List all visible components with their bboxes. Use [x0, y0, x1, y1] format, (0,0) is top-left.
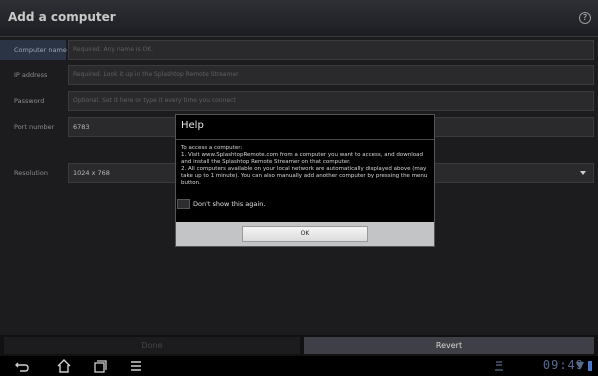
wifi-icon [576, 362, 584, 370]
ip-address-label: IP address [14, 71, 48, 79]
help-dialog: Help To access a computer: 1. Visit www.… [175, 114, 435, 247]
dialog-line-3: 2. All computers available on your local… [181, 166, 428, 186]
dialog-footer: OK [176, 222, 434, 246]
dont-show-checkbox[interactable] [177, 199, 190, 209]
ok-button[interactable]: OK [242, 226, 368, 242]
dialog-divider [176, 139, 434, 140]
resolution-value: 1024 x 768 [73, 169, 110, 177]
chevron-down-icon [580, 171, 586, 175]
page-title: Add a computer [8, 10, 116, 24]
computer-name-row: Computer name Required. Any name is OK. [0, 40, 598, 60]
dont-show-label: Don't show this again. [193, 200, 266, 208]
dialog-line-2: 1. Visit www.SplashtopRemote.com from a … [181, 152, 423, 165]
title-bar: Add a computer ? [0, 0, 598, 37]
dialog-line-1: To access a computer: [181, 145, 243, 151]
password-input[interactable]: Optional. Set it here or type it every t… [68, 91, 594, 111]
action-bar: Done Revert [0, 335, 598, 356]
computer-name-label: Computer name [0, 40, 67, 60]
resolution-label: Resolution [14, 169, 48, 177]
menu-icon[interactable] [128, 358, 144, 374]
dialog-body: To access a computer: 1. Visit www.Splas… [181, 145, 431, 187]
dialog-title: Help [181, 120, 204, 131]
recent-apps-icon[interactable] [92, 358, 108, 374]
help-icon[interactable]: ? [579, 12, 591, 24]
system-nav-bar: 09:49 [0, 356, 598, 376]
back-icon[interactable] [14, 358, 30, 374]
ip-address-input[interactable]: Required. Look it up in the Splashtop Re… [68, 65, 594, 85]
ip-address-row: IP address Required. Look it up in the S… [0, 65, 598, 85]
revert-button[interactable]: Revert [304, 337, 594, 354]
password-label: Password [14, 97, 45, 105]
home-icon[interactable] [56, 358, 72, 374]
computer-name-input[interactable]: Required. Any name is OK. [68, 40, 594, 60]
port-number-label: Port number [14, 123, 55, 131]
done-button[interactable]: Done [4, 337, 300, 354]
battery-icon [588, 361, 592, 371]
usb-icon [495, 361, 503, 371]
password-row: Password Optional. Set it here or type i… [0, 91, 598, 111]
